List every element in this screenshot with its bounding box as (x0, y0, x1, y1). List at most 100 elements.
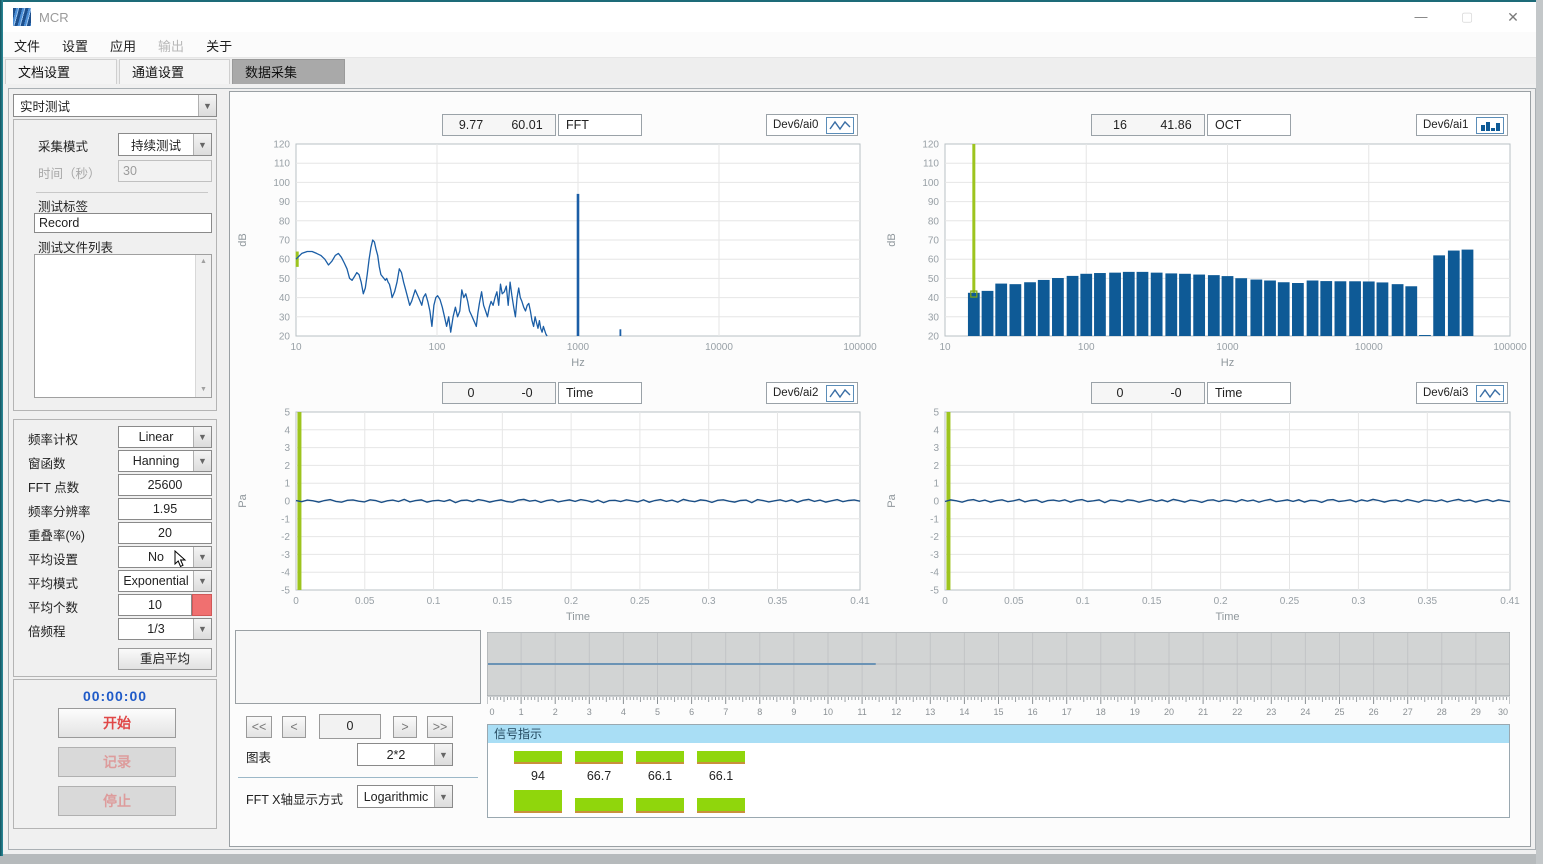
param-label-0: 频率计权 (28, 429, 78, 448)
param-select-5[interactable]: No▼ (118, 546, 212, 568)
menu-item-2[interactable]: 应用 (99, 32, 147, 59)
timeline-scrubber[interactable]: 0123456789101112131415161718192021222324… (487, 632, 1510, 718)
chevron-down-icon[interactable]: ▼ (193, 547, 211, 567)
svg-text:25: 25 (1334, 707, 1344, 717)
svg-text:0.2: 0.2 (1214, 596, 1228, 607)
test-file-listbox[interactable]: ▲ ▼ (34, 254, 212, 398)
svg-text:11: 11 (857, 707, 866, 717)
svg-text:90: 90 (928, 197, 940, 208)
svg-text:1: 1 (284, 479, 290, 490)
param-input-3[interactable] (118, 498, 212, 520)
time-ai2-plot[interactable]: -5-4-3-2-101234500.050.10.150.20.250.30.… (232, 406, 880, 624)
svg-text:1000: 1000 (1216, 342, 1239, 353)
svg-text:120: 120 (273, 140, 290, 151)
chevron-down-icon[interactable]: ▼ (193, 427, 211, 447)
time-ai3-chart-type[interactable]: Time (1207, 382, 1291, 404)
svg-text:10: 10 (290, 342, 302, 353)
minimize-button[interactable]: — (1398, 2, 1444, 32)
divider (238, 777, 478, 778)
close-button[interactable]: ✕ (1490, 2, 1536, 32)
start-button[interactable]: 开始 (58, 708, 176, 738)
listbox-scrollbar[interactable]: ▲ ▼ (195, 255, 211, 397)
nav-counter-field[interactable]: 0 (319, 714, 381, 739)
oct-chart-header: 16 41.86 OCT Dev6/ai1 (881, 94, 1530, 138)
time-ai3-channel-box[interactable]: Dev6/ai3 (1416, 382, 1508, 404)
svg-text:28: 28 (1437, 707, 1447, 717)
fft-channel-box[interactable]: Dev6/ai0 (766, 114, 858, 136)
stop-button[interactable]: 停止 (58, 786, 176, 816)
svg-text:23: 23 (1266, 707, 1276, 717)
fft-chart-type[interactable]: FFT (558, 114, 642, 136)
param-input-7[interactable] (118, 594, 192, 616)
tab-0[interactable]: 文档设置 (5, 59, 117, 84)
signal-meter-value-2: 66.1 (636, 769, 684, 783)
svg-text:1: 1 (933, 479, 939, 490)
window-frame-right (1536, 0, 1543, 864)
title-bar: MCR — ▢ ✕ (3, 2, 1536, 32)
time-ai2-chart-type[interactable]: Time (558, 382, 642, 404)
window-frame-left (0, 0, 3, 856)
oct-chart-cell: 16 41.86 OCT Dev6/ai1 (881, 94, 1530, 370)
nav-next-button[interactable]: > (393, 716, 417, 738)
oct-plot[interactable]: 2030405060708090100110120101001000100001… (881, 138, 1530, 370)
chevron-down-icon[interactable]: ▼ (193, 619, 211, 639)
charts-panel: 9.77 60.01 FFT Dev6/ai0 2030405060708090… (229, 91, 1531, 847)
svg-text:0.05: 0.05 (355, 596, 375, 607)
bars-icon (1476, 117, 1504, 134)
oct-chart-type[interactable]: OCT (1207, 114, 1291, 136)
test-tag-field[interactable] (34, 213, 212, 233)
svg-text:50: 50 (279, 274, 291, 285)
fft-plot[interactable]: 2030405060708090100110120101001000100001… (232, 138, 880, 370)
nav-first-button[interactable]: << (246, 716, 272, 738)
maximize-button[interactable]: ▢ (1444, 2, 1490, 32)
chevron-down-icon[interactable]: ▼ (198, 95, 216, 116)
param-input-4[interactable] (118, 522, 212, 544)
signal-indicator-body: 9466.766.166.1 (488, 743, 1509, 817)
param-input-2[interactable] (118, 474, 212, 496)
chevron-down-icon[interactable]: ▼ (434, 786, 452, 807)
time-sec-field[interactable] (118, 160, 212, 182)
chevron-down-icon[interactable]: ▼ (193, 571, 211, 591)
svg-text:-1: -1 (930, 514, 939, 525)
menu-item-3: 输出 (147, 32, 195, 59)
time-ai3-plot[interactable]: -5-4-3-2-101234500.050.10.150.20.250.30.… (881, 406, 1530, 624)
param-select-6[interactable]: Exponential▼ (118, 570, 212, 592)
time-ai2-channel-box[interactable]: Dev6/ai2 (766, 382, 858, 404)
svg-text:-2: -2 (281, 532, 290, 543)
menu-item-1[interactable]: 设置 (51, 32, 99, 59)
menu-item-0[interactable]: 文件 (3, 32, 51, 59)
scroll-up-icon[interactable]: ▲ (196, 255, 211, 269)
test-mode-select[interactable]: 实时测试 ▼ (13, 94, 217, 117)
oct-channel-box[interactable]: Dev6/ai1 (1416, 114, 1508, 136)
svg-text:1: 1 (519, 707, 524, 717)
tab-1[interactable]: 通道设置 (119, 59, 230, 84)
param-select-8[interactable]: 1/3▼ (118, 618, 212, 640)
chart-layout-select[interactable]: 2*2 ▼ (357, 743, 453, 766)
tab-2[interactable]: 数据采集 (232, 59, 345, 84)
chevron-down-icon[interactable]: ▼ (193, 451, 211, 471)
svg-text:0.1: 0.1 (1076, 596, 1090, 607)
menu-item-4[interactable]: 关于 (195, 32, 243, 59)
chevron-down-icon[interactable]: ▼ (434, 744, 452, 765)
svg-text:0.3: 0.3 (1351, 596, 1365, 607)
svg-text:0.25: 0.25 (630, 596, 650, 607)
svg-text:4: 4 (621, 707, 626, 717)
scroll-down-icon[interactable]: ▼ (196, 383, 211, 397)
svg-text:4: 4 (933, 425, 939, 436)
nav-prev-button[interactable]: < (282, 716, 306, 738)
nav-last-button[interactable]: >> (427, 716, 453, 738)
svg-text:70: 70 (279, 236, 291, 247)
chevron-down-icon[interactable]: ▼ (193, 134, 211, 155)
param-select-0[interactable]: Linear▼ (118, 426, 212, 448)
param-select-1[interactable]: Hanning▼ (118, 450, 212, 472)
window-frame-bottom (0, 854, 1543, 864)
waveform-icon (1476, 385, 1504, 402)
svg-text:40: 40 (928, 293, 940, 304)
acq-mode-select[interactable]: 持续测试 ▼ (118, 133, 212, 156)
svg-text:90: 90 (279, 197, 291, 208)
record-button[interactable]: 记录 (58, 747, 176, 777)
fft-xaxis-label: FFT X轴显示方式 (246, 789, 343, 808)
svg-text:100000: 100000 (1493, 342, 1527, 353)
restart-average-button[interactable]: 重启平均 (118, 648, 212, 670)
fft-xaxis-select[interactable]: Logarithmic ▼ (357, 785, 453, 808)
